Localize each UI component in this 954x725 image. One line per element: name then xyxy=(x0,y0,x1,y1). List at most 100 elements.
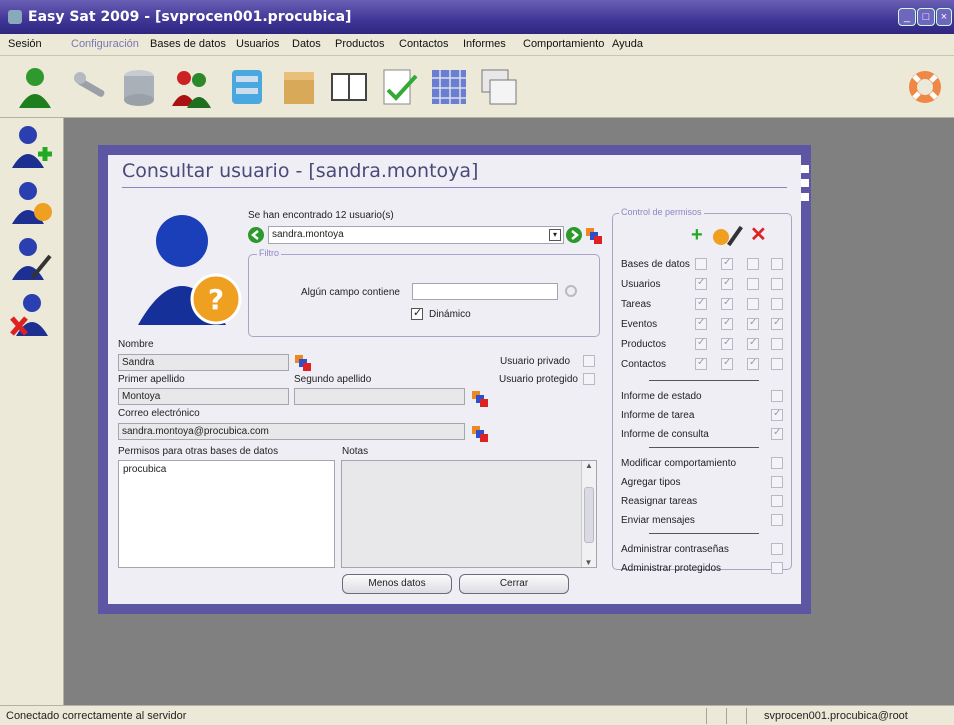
permission-checkbox[interactable] xyxy=(771,317,783,330)
permission-checkbox[interactable] xyxy=(747,317,759,330)
windows-icon[interactable] xyxy=(478,64,520,110)
menu-contactos[interactable]: Contactos xyxy=(399,38,449,50)
menu-comportamiento[interactable]: Comportamiento xyxy=(523,38,604,50)
menu-sesion[interactable]: Sesión xyxy=(8,38,42,50)
permission-checkbox[interactable] xyxy=(771,390,783,402)
query-user-icon[interactable] xyxy=(10,178,54,226)
scroll-marker-3 xyxy=(801,193,809,201)
edit-user-icon[interactable] xyxy=(10,234,54,282)
usuario-protegido-checkbox[interactable] xyxy=(583,373,595,385)
permission-checkbox[interactable] xyxy=(771,427,783,440)
menu-bases-de-datos[interactable]: Bases de datos xyxy=(150,38,226,50)
menu-datos[interactable]: Datos xyxy=(292,38,321,50)
behavior-icon[interactable] xyxy=(428,64,470,110)
primer-apellido-field[interactable]: Montoya xyxy=(118,388,289,405)
permission-checkbox[interactable] xyxy=(721,317,733,330)
segundo-apellido-field[interactable] xyxy=(294,388,465,405)
permission-checkbox[interactable] xyxy=(747,298,759,310)
permission-checkbox[interactable] xyxy=(695,277,707,290)
previous-user-icon[interactable] xyxy=(248,227,264,243)
permission-checkbox[interactable] xyxy=(721,357,733,370)
sidebar xyxy=(0,118,64,705)
permission-checkbox[interactable] xyxy=(747,278,759,290)
permission-checkbox[interactable] xyxy=(771,258,783,270)
user-select[interactable]: sandra.montoya xyxy=(268,226,564,244)
menu-configuracion[interactable]: Configuración xyxy=(71,38,139,50)
scroll-thumb[interactable] xyxy=(584,487,594,543)
notas-scrollbar[interactable]: ▲ ▼ xyxy=(581,461,596,567)
user-icon[interactable] xyxy=(14,64,56,110)
menu-informes[interactable]: Informes xyxy=(463,38,506,50)
copy-nombre-icon[interactable] xyxy=(295,355,311,371)
permission-label: Modificar comportamiento xyxy=(621,458,737,469)
help-lifebuoy-icon[interactable] xyxy=(904,64,946,110)
permission-checkbox[interactable] xyxy=(771,358,783,370)
delete-user-icon[interactable] xyxy=(10,290,54,338)
data-icon[interactable] xyxy=(226,64,268,110)
permission-checkbox[interactable] xyxy=(771,476,783,488)
permission-label: Administrar contraseñas xyxy=(621,544,729,555)
chevron-down-icon[interactable]: ▾ xyxy=(549,229,561,241)
title-bar: Easy Sat 2009 - [svprocen001.procubica] … xyxy=(0,0,954,34)
status-text: Conectado correctamente al servidor xyxy=(6,710,187,722)
permisos-list[interactable]: procubica xyxy=(118,460,335,568)
permission-checkbox[interactable] xyxy=(771,495,783,507)
permission-checkbox[interactable] xyxy=(771,408,783,421)
tools-icon[interactable] xyxy=(70,64,112,110)
permission-label: Contactos xyxy=(621,359,667,370)
add-permission-icon[interactable]: + xyxy=(691,224,703,247)
scroll-up-icon[interactable]: ▲ xyxy=(582,461,596,470)
menu-bar: Sesión Configuración Bases de datos Usua… xyxy=(0,34,954,56)
permission-checkbox[interactable] xyxy=(721,297,733,310)
permission-checkbox[interactable] xyxy=(771,514,783,526)
copy-apellido-icon[interactable] xyxy=(472,391,488,407)
dialog-title: Consultar usuario - [sandra.montoya] xyxy=(122,160,479,182)
permission-checkbox[interactable] xyxy=(721,337,733,350)
products-icon[interactable] xyxy=(278,64,320,110)
filter-input[interactable] xyxy=(412,283,558,300)
close-icon[interactable]: × xyxy=(936,8,952,26)
menu-ayuda[interactable]: Ayuda xyxy=(612,38,643,50)
correo-field[interactable]: sandra.montoya@procubica.com xyxy=(118,423,465,440)
next-user-icon[interactable] xyxy=(566,227,582,243)
minimize-icon[interactable]: _ xyxy=(898,8,916,26)
permission-label: Reasignar tareas xyxy=(621,496,698,507)
database-icon[interactable] xyxy=(118,64,160,110)
dynamic-checkbox[interactable] xyxy=(411,306,423,320)
notas-textarea[interactable]: ▲ ▼ xyxy=(341,460,597,568)
permission-checkbox[interactable] xyxy=(771,457,783,469)
permission-checkbox[interactable] xyxy=(771,338,783,350)
scroll-down-icon[interactable]: ▼ xyxy=(582,558,595,567)
list-item[interactable]: procubica xyxy=(119,461,334,478)
copy-correo-icon[interactable] xyxy=(472,426,488,442)
edit-permission-icon[interactable] xyxy=(727,225,743,247)
menu-productos[interactable]: Productos xyxy=(335,38,385,50)
usuario-privado-checkbox[interactable] xyxy=(583,355,595,367)
delete-permission-icon[interactable]: ✕ xyxy=(750,222,767,247)
permission-checkbox[interactable] xyxy=(771,562,783,574)
copy-colors-icon[interactable] xyxy=(586,228,602,244)
search-icon[interactable] xyxy=(565,285,577,297)
permission-checkbox[interactable] xyxy=(695,317,707,330)
permission-checkbox[interactable] xyxy=(771,278,783,290)
cerrar-button[interactable]: Cerrar xyxy=(459,574,569,594)
menu-usuarios[interactable]: Usuarios xyxy=(236,38,279,50)
contacts-icon[interactable] xyxy=(328,64,370,110)
permission-checkbox[interactable] xyxy=(771,543,783,555)
permission-checkbox[interactable] xyxy=(721,277,733,290)
permission-checkbox[interactable] xyxy=(695,297,707,310)
permission-checkbox[interactable] xyxy=(747,258,759,270)
reports-icon[interactable] xyxy=(378,64,420,110)
permission-checkbox[interactable] xyxy=(747,337,759,350)
permission-checkbox[interactable] xyxy=(747,357,759,370)
permission-checkbox[interactable] xyxy=(695,258,707,270)
permission-checkbox[interactable] xyxy=(695,357,707,370)
permission-checkbox[interactable] xyxy=(721,257,733,270)
menos-datos-button[interactable]: Menos datos xyxy=(342,574,452,594)
maximize-icon[interactable]: □ xyxy=(917,8,935,26)
permission-checkbox[interactable] xyxy=(695,337,707,350)
permission-checkbox[interactable] xyxy=(771,298,783,310)
add-user-icon[interactable] xyxy=(10,122,54,170)
users-icon[interactable] xyxy=(170,64,212,110)
nombre-field[interactable]: Sandra xyxy=(118,354,289,371)
